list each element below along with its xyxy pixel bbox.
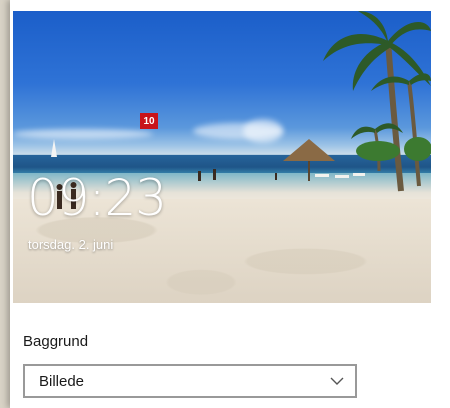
beach-scene-image: [51, 11, 431, 209]
lock-screen-preview: 10 09:23 torsdag. 2. juni: [13, 11, 431, 303]
background-label: Baggrund: [23, 333, 89, 350]
chevron-down-icon: [329, 374, 345, 388]
background-dropdown-value: Billede: [39, 373, 85, 390]
lock-screen-date: torsdag. 2. juni: [28, 237, 114, 252]
background-dropdown[interactable]: Billede: [23, 364, 357, 398]
lock-screen-time: 09:23: [27, 169, 167, 227]
notification-count-badge: 10: [140, 113, 158, 129]
